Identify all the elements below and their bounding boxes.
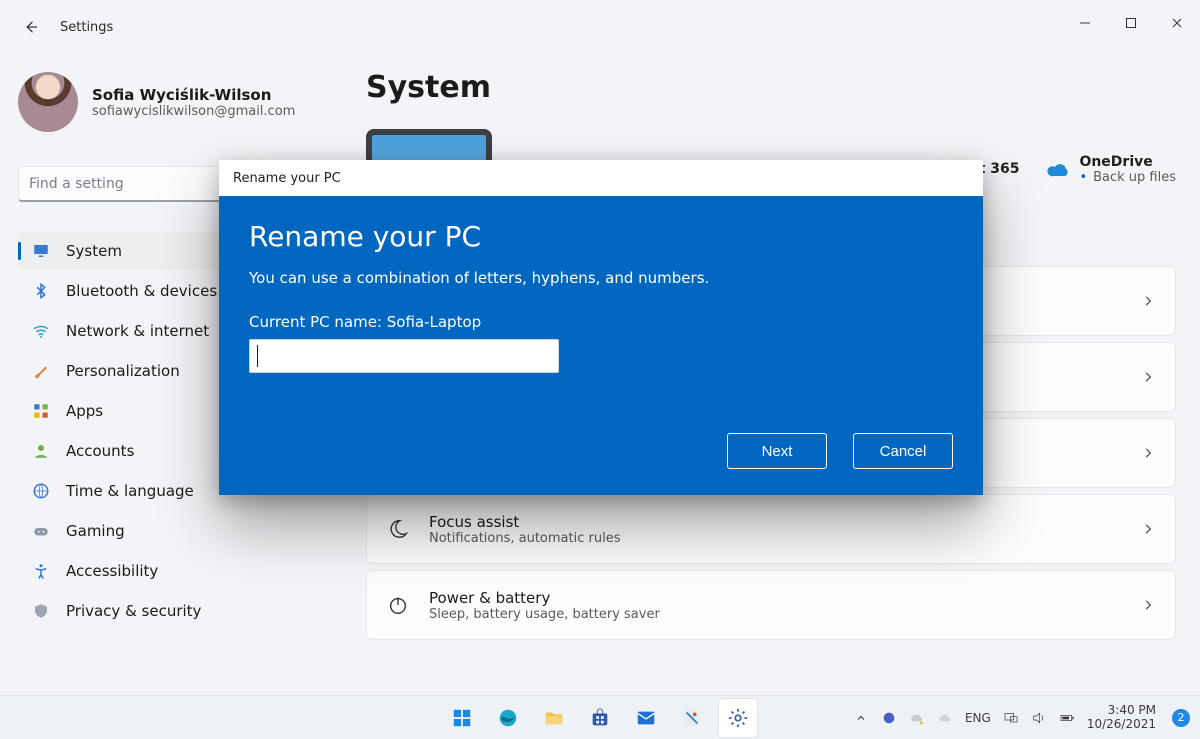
power-icon	[387, 594, 409, 616]
brush-icon	[32, 362, 50, 380]
window-maximize-button[interactable]	[1108, 0, 1154, 46]
onedrive-sub: Back up files	[1079, 170, 1176, 185]
wifi-icon	[32, 322, 50, 340]
app-title: Settings	[60, 20, 113, 35]
card-title: Focus assist	[429, 513, 620, 531]
taskbar-store[interactable]	[580, 698, 620, 738]
projection-tray-icon[interactable]	[1003, 710, 1019, 726]
nav-label: Personalization	[66, 362, 180, 380]
monitor-icon	[32, 242, 50, 260]
window-close-button[interactable]	[1154, 0, 1200, 46]
onedrive-tile[interactable]: OneDrive Back up files	[1047, 154, 1176, 185]
battery-tray-icon[interactable]	[1059, 710, 1075, 726]
nav-label: Privacy & security	[66, 602, 201, 620]
nav-label: Apps	[66, 402, 103, 420]
cancel-button[interactable]: Cancel	[853, 433, 953, 469]
chevron-right-icon	[1141, 370, 1155, 384]
dialog-titlebar[interactable]: Rename your PC	[219, 160, 983, 196]
chevron-right-icon	[1141, 598, 1155, 612]
notification-badge[interactable]: 2	[1172, 709, 1190, 727]
nav-label: Time & language	[66, 482, 194, 500]
taskbar-settings[interactable]	[718, 698, 758, 738]
nav-label: System	[66, 242, 122, 260]
dialog-current-name: Current PC name: Sofia-Laptop	[249, 313, 953, 331]
sidebar-item-privacy-security[interactable]: Privacy & security	[18, 592, 318, 630]
card-title: Power & battery	[429, 589, 660, 607]
card-sub: Sleep, battery usage, battery saver	[429, 607, 660, 622]
page-title: System	[366, 70, 1176, 105]
nav-label: Network & internet	[66, 322, 209, 340]
nav-label: Bluetooth & devices	[66, 282, 217, 300]
teams-tray-icon[interactable]	[881, 710, 897, 726]
notification-count: 2	[1178, 711, 1185, 724]
search-placeholder: Find a setting	[29, 176, 124, 192]
language-indicator[interactable]: ENG	[965, 711, 991, 725]
volume-tray-icon[interactable]	[1031, 710, 1047, 726]
pc-name-input[interactable]	[249, 339, 559, 373]
sidebar-item-accessibility[interactable]: Accessibility	[18, 552, 318, 590]
time-language-icon	[32, 482, 50, 500]
user-name: Sofia Wyciślik-Wilson	[92, 86, 295, 104]
dialog-heading: Rename your PC	[249, 220, 953, 253]
taskbar: ENG 3:40 PM 10/26/2021 2	[0, 695, 1200, 739]
cloud-icon	[1047, 158, 1069, 180]
dialog-window-title: Rename your PC	[233, 171, 341, 186]
bluetooth-icon	[32, 282, 50, 300]
window-minimize-button[interactable]	[1062, 0, 1108, 46]
dialog-instructions: You can use a combination of letters, hy…	[249, 269, 953, 287]
back-button[interactable]	[18, 14, 44, 40]
person-icon	[32, 442, 50, 460]
chevron-up-icon[interactable]	[853, 710, 869, 726]
nav-label: Accessibility	[66, 562, 158, 580]
taskbar-center	[442, 698, 758, 738]
taskbar-mail[interactable]	[626, 698, 666, 738]
avatar	[18, 72, 78, 132]
card-power-battery[interactable]: Power & battery Sleep, battery usage, ba…	[366, 570, 1176, 640]
weather-tray-icon[interactable]	[937, 710, 953, 726]
onedrive-title: OneDrive	[1079, 154, 1176, 170]
moon-icon	[387, 518, 409, 540]
taskbar-time: 3:40 PM	[1087, 704, 1156, 717]
gaming-icon	[32, 522, 50, 540]
chevron-right-icon	[1141, 446, 1155, 460]
taskbar-right: ENG 3:40 PM 10/26/2021 2	[853, 704, 1190, 730]
taskbar-clock[interactable]: 3:40 PM 10/26/2021	[1087, 704, 1156, 730]
apps-icon	[32, 402, 50, 420]
taskbar-edge[interactable]	[488, 698, 528, 738]
sidebar-item-gaming[interactable]: Gaming	[18, 512, 318, 550]
shield-icon	[32, 602, 50, 620]
accessibility-icon	[32, 562, 50, 580]
card-focus-assist[interactable]: Focus assist Notifications, automatic ru…	[366, 494, 1176, 564]
nav-label: Accounts	[66, 442, 134, 460]
chevron-right-icon	[1141, 294, 1155, 308]
taskbar-date: 10/26/2021	[1087, 718, 1156, 731]
user-card[interactable]: Sofia Wyciślik-Wilson sofiawycislikwilso…	[18, 72, 318, 132]
card-sub: Notifications, automatic rules	[429, 531, 620, 546]
taskbar-app[interactable]	[672, 698, 712, 738]
onedrive-tray-icon[interactable]	[909, 710, 925, 726]
nav-label: Gaming	[66, 522, 125, 540]
chevron-right-icon	[1141, 522, 1155, 536]
taskbar-file-explorer[interactable]	[534, 698, 574, 738]
user-email: sofiawycislikwilson@gmail.com	[92, 104, 295, 119]
rename-pc-dialog: Rename your PC Rename your PC You can us…	[219, 160, 983, 495]
next-button[interactable]: Next	[727, 433, 827, 469]
start-button[interactable]	[442, 698, 482, 738]
